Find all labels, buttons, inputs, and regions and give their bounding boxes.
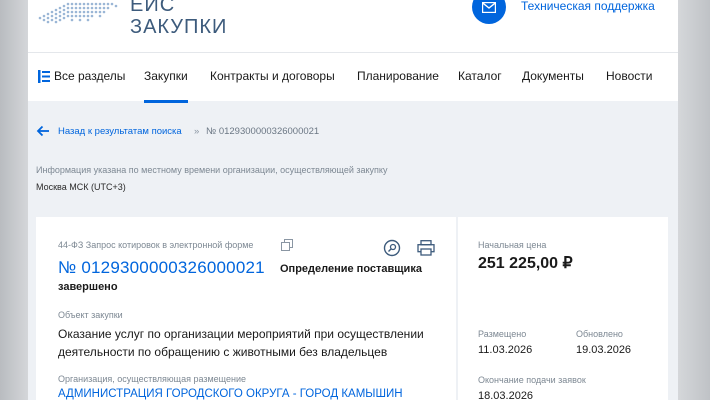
initial-price-label: Начальная цена xyxy=(478,240,547,250)
procurement-status-line-2: завершено xyxy=(58,281,118,293)
search-document-icon[interactable] xyxy=(383,239,401,257)
nav-news[interactable]: Новости xyxy=(606,69,652,83)
published-date: 11.03.2026 xyxy=(478,344,533,356)
object-label: Объект закупки xyxy=(58,310,123,320)
logo-line-1: ЕИС xyxy=(130,0,176,16)
russia-map-logo-icon[interactable] xyxy=(34,0,122,30)
object-value: Оказание услуг по организации мероприяти… xyxy=(58,327,424,359)
window-right-edge xyxy=(678,0,710,400)
organization-link[interactable]: АДМИНИСТРАЦИЯ ГОРОДСКОГО ОКРУГА - ГОРОД … xyxy=(58,388,403,400)
published-label: Размещено xyxy=(478,329,527,339)
back-to-results-link[interactable]: Назад к результатам поиска xyxy=(58,126,182,137)
breadcrumb-current: № 0129300000326000021 xyxy=(206,126,320,137)
deadline-label: Окончание подачи заявок xyxy=(478,375,586,385)
timezone-info: Информация указана по местному времени о… xyxy=(36,165,388,175)
nav-planning[interactable]: Планирование xyxy=(357,69,439,83)
procurement-type: 44-ФЗ Запрос котировок в электронной фор… xyxy=(58,240,254,250)
mail-icon xyxy=(482,2,496,13)
updated-date: 19.03.2026 xyxy=(576,344,632,356)
site-header: ЕИС ЗАКУПКИ Техническая поддержка xyxy=(28,0,678,52)
procurement-card: 44-ФЗ Запрос котировок в электронной фор… xyxy=(36,217,456,400)
back-arrow-icon[interactable] xyxy=(36,124,50,138)
procurement-status-line-1: Определение поставщика xyxy=(280,263,422,275)
window-left-edge xyxy=(0,0,28,400)
nav-documents[interactable]: Документы xyxy=(522,69,584,83)
deadline-date: 18.03.2026 xyxy=(478,390,534,400)
nav-contracts[interactable]: Контракты и договоры xyxy=(210,69,335,83)
page: ЕИС ЗАКУПКИ Техническая поддержка Все ра… xyxy=(28,0,678,400)
logo-line-2: ЗАКУПКИ xyxy=(130,16,228,38)
initial-price-value: 251 225,00 ₽ xyxy=(478,255,573,272)
print-icon[interactable] xyxy=(417,240,435,256)
procurement-summary: Начальная цена 251 225,00 ₽ Размещено 11… xyxy=(458,217,668,400)
site-logo-text[interactable]: ЕИС ЗАКУПКИ xyxy=(130,0,227,38)
procurement-number-link[interactable]: № 0129300000326000021 xyxy=(58,258,265,278)
nav-catalog[interactable]: Каталог xyxy=(458,69,502,83)
nav-all-sections[interactable]: Все разделы xyxy=(54,69,125,83)
breadcrumb-separator: » xyxy=(194,126,200,137)
timezone-value: Москва МСК (UTC+3) xyxy=(36,182,126,192)
support-link[interactable]: Техническая поддержка xyxy=(521,0,655,13)
support-mail-button[interactable] xyxy=(472,0,506,24)
updated-label: Обновлено xyxy=(576,329,623,339)
all-sections-icon xyxy=(38,70,50,83)
nav-purchases[interactable]: Закупки xyxy=(144,69,188,103)
main-nav: Все разделы Закупки Контракты и договоры… xyxy=(28,52,678,103)
organization-label: Организация, осуществляющая размещение xyxy=(58,374,246,384)
copy-icon[interactable] xyxy=(281,239,293,251)
